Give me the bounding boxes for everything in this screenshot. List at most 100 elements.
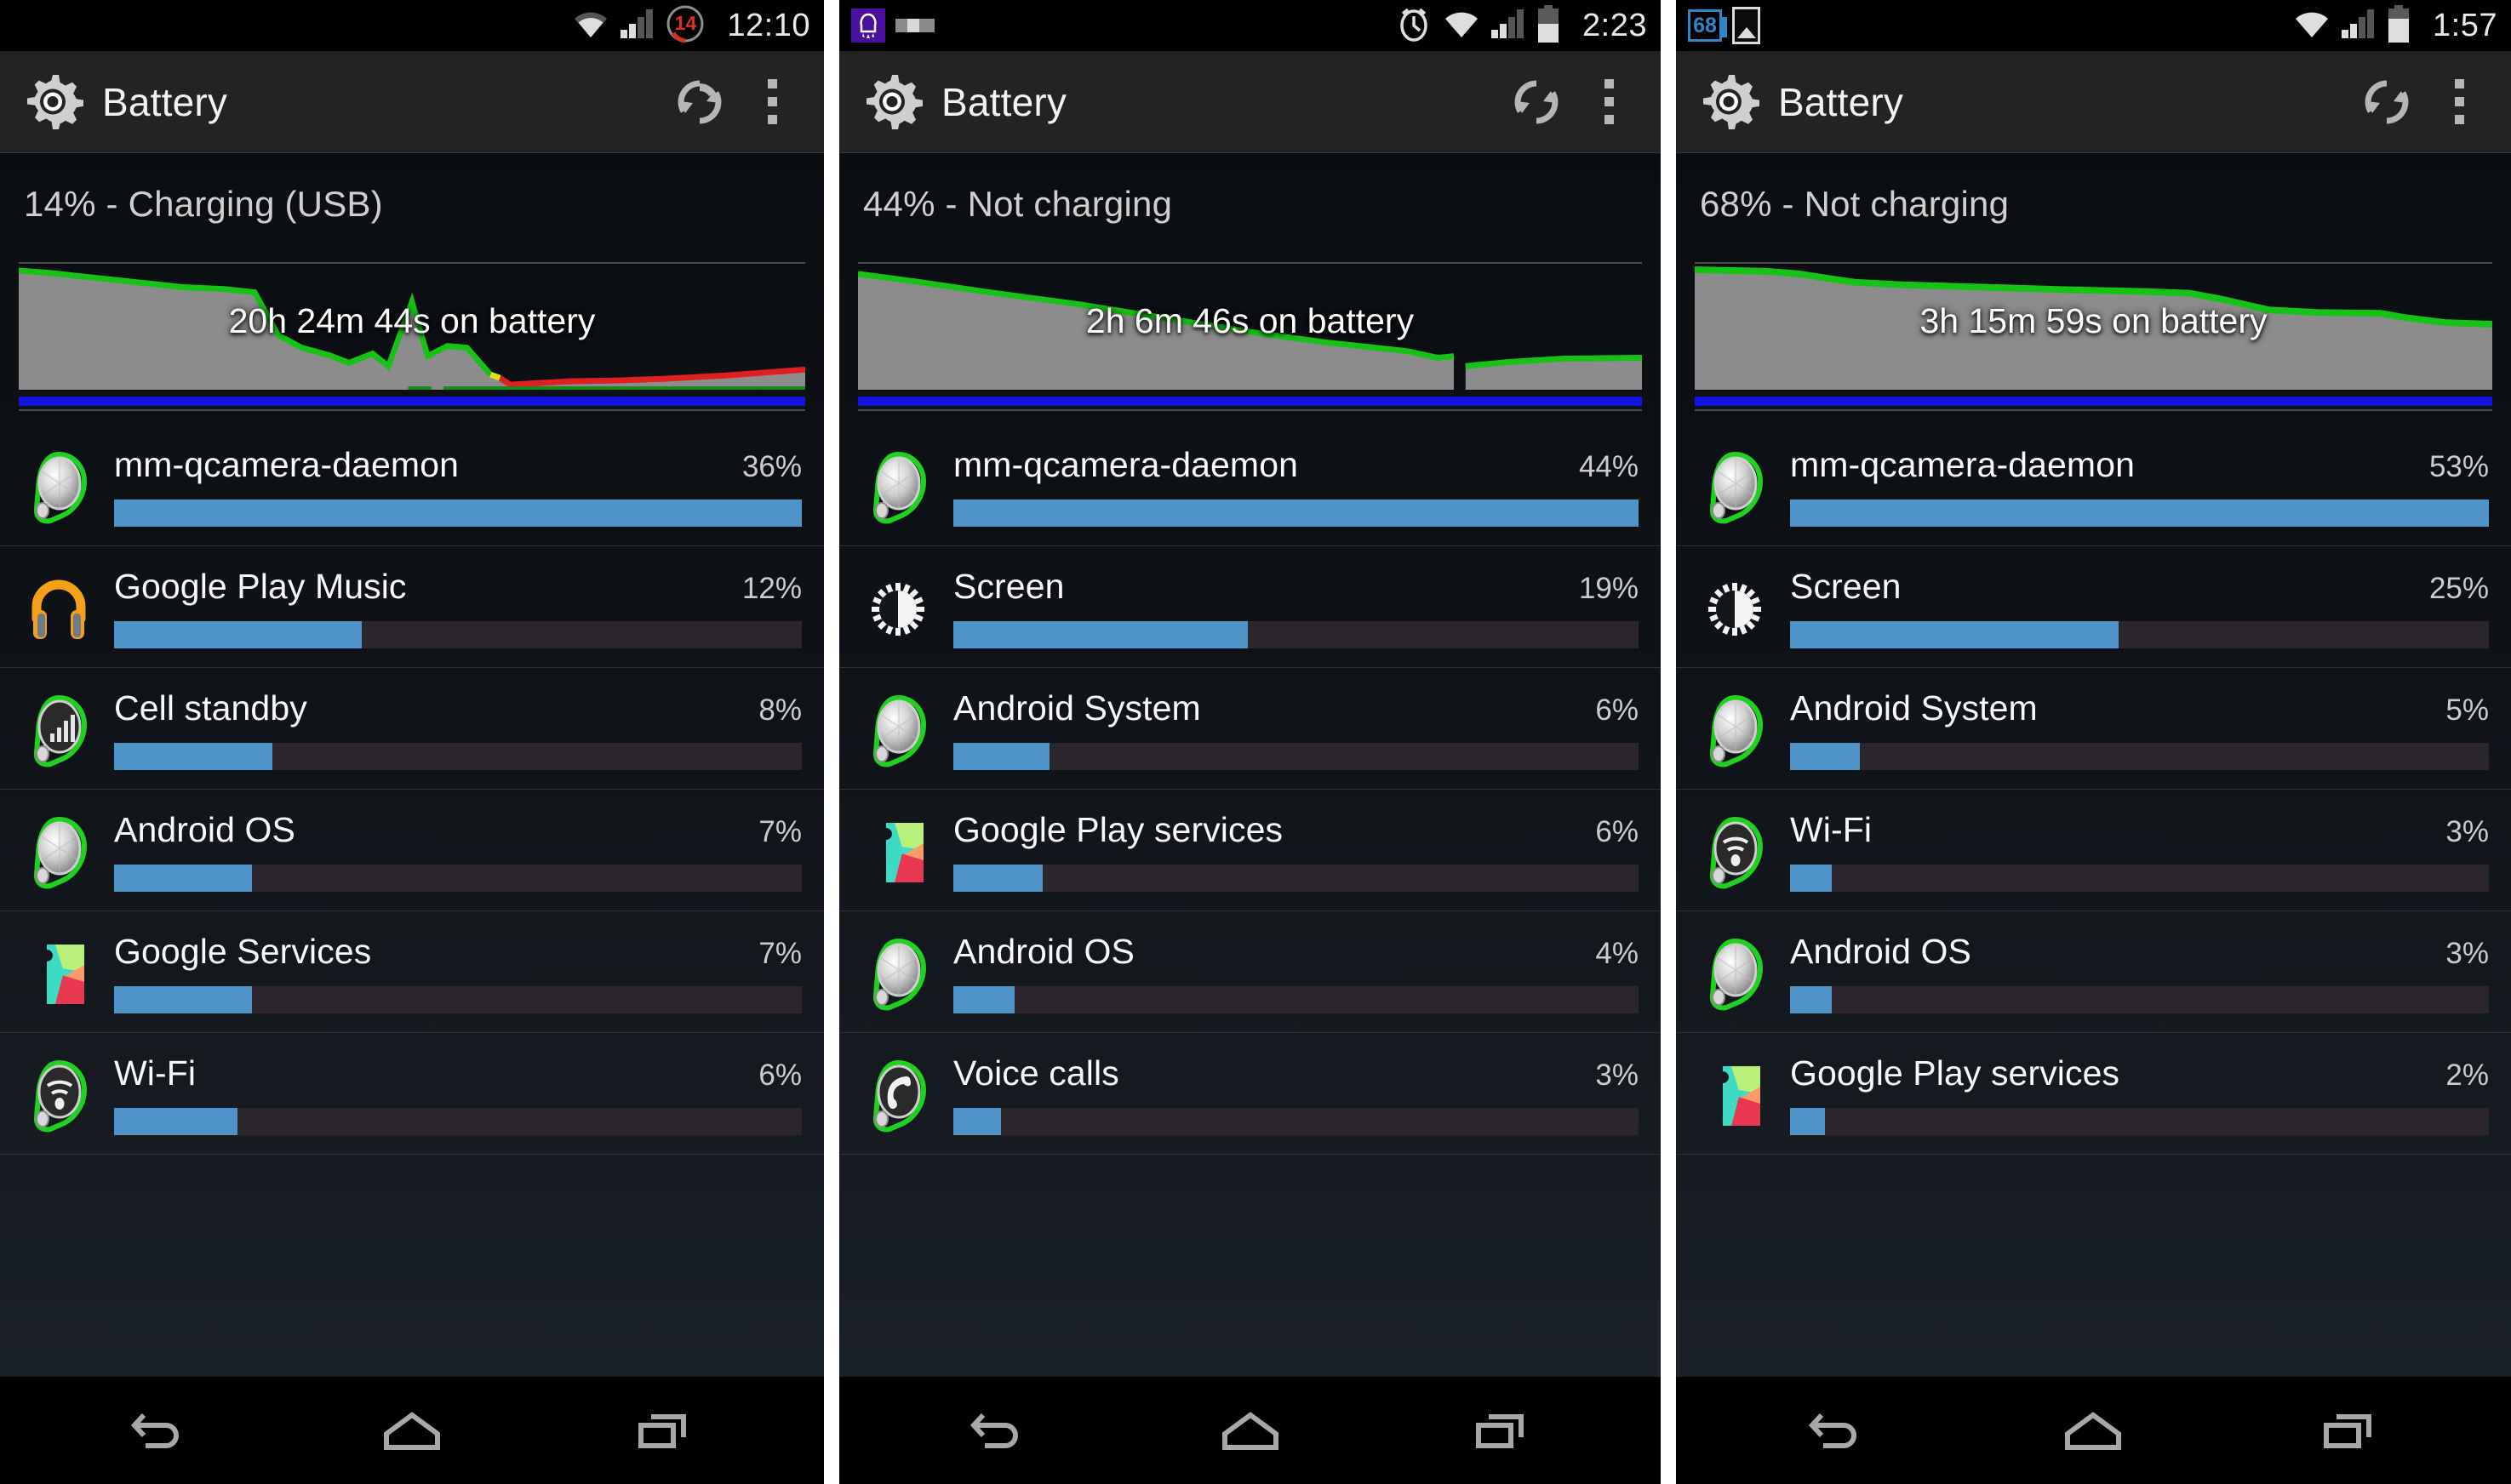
phone-screenshot-2: 2:23 Battery 44% - Not charging 2h 6m 46… [839, 0, 1661, 1484]
overflow-menu-icon[interactable] [2428, 61, 2491, 143]
refresh-icon[interactable] [2346, 61, 2428, 143]
battery-usage-row-header: Android OS 4% [953, 932, 1639, 972]
cell-standby-icon [22, 692, 95, 770]
battery-usage-row[interactable]: Google Play Music 12% [0, 546, 824, 668]
battery-usage-row-body: mm-qcamera-daemon 44% [953, 445, 1639, 527]
battery-usage-list-3: mm-qcamera-daemon 53% Screen 25% Android Sys… [1676, 425, 2511, 1155]
battery-usage-row[interactable]: Screen 19% [839, 546, 1661, 668]
wifi-icon [1443, 9, 1480, 43]
action-bar-3: Battery [1676, 51, 2511, 153]
battery-usage-row[interactable]: Google Play services 6% [839, 790, 1661, 911]
battery-usage-progress-track [953, 499, 1639, 527]
battery-usage-row[interactable]: mm-qcamera-daemon 44% [839, 425, 1661, 546]
battery-usage-percent: 6% [1595, 693, 1639, 727]
battery-usage-row[interactable]: Android System 6% [839, 668, 1661, 790]
battery-level-chart [858, 264, 1642, 390]
battery-usage-row[interactable]: mm-qcamera-daemon 36% [0, 425, 824, 546]
battery-usage-progress-track [1790, 986, 2489, 1013]
battery-usage-row[interactable]: Android OS 3% [1676, 911, 2511, 1033]
android-os-icon [1698, 448, 1771, 527]
back-arrow-icon[interactable] [935, 1388, 1063, 1473]
battery-usage-progress-fill [114, 865, 252, 892]
battery-usage-progress-fill [1790, 986, 1833, 1013]
battery-usage-progress-track [1790, 865, 2489, 892]
battery-usage-row-header: mm-qcamera-daemon 36% [114, 445, 802, 485]
panel-divider-1 [824, 0, 839, 1484]
screenshot-image-icon[interactable] [1732, 7, 1760, 44]
battery-usage-row[interactable]: Android System 5% [1676, 668, 2511, 790]
battery-usage-percent: 3% [2445, 815, 2489, 848]
google-play-services-icon [22, 935, 95, 1013]
screenshot-stage: 14 12:10 Battery 14% - Charging (USB) 20… [0, 0, 2511, 1484]
battery-usage-row[interactable]: Cell standby 8% [0, 668, 824, 790]
battery-usage-row[interactable]: mm-qcamera-daemon 53% [1676, 425, 2511, 546]
android-os-icon [22, 813, 95, 892]
battery-usage-row[interactable]: Google Services 7% [0, 911, 824, 1033]
battery-usage-progress-track [114, 865, 802, 892]
battery-history-graph-2[interactable]: 2h 6m 46s on battery [858, 262, 1642, 411]
battery-usage-row-header: Android System 6% [953, 688, 1639, 728]
battery-usage-row-header: Google Services 7% [114, 932, 802, 972]
battery-usage-progress-track [114, 986, 802, 1013]
battery-usage-row-body: mm-qcamera-daemon 53% [1790, 445, 2489, 527]
battery-content-3: 68% - Not charging 3h 15m 59s on battery… [1676, 153, 2511, 1377]
home-icon[interactable] [2029, 1388, 2157, 1473]
android-os-icon [22, 448, 95, 527]
back-arrow-icon[interactable] [1774, 1388, 1902, 1473]
action-bar-1: Battery [0, 51, 824, 153]
back-arrow-icon[interactable] [96, 1388, 224, 1473]
battery-content-1: 14% - Charging (USB) 20h 24m 44s on batt… [0, 153, 824, 1377]
battery-usage-app-name: Google Services [114, 932, 372, 971]
battery-usage-row-header: Wi-Fi 6% [114, 1053, 802, 1093]
battery-usage-row[interactable]: Screen 25% [1676, 546, 2511, 668]
battery-usage-row-body: Screen 25% [1790, 567, 2489, 648]
recents-icon[interactable] [2285, 1388, 2413, 1473]
progress-pill-icon [895, 19, 935, 32]
settings-gear-icon [1698, 71, 1759, 133]
navigation-bar-3 [1676, 1377, 2511, 1484]
wifi-usage-icon [22, 1057, 95, 1135]
home-icon[interactable] [348, 1388, 476, 1473]
battery-usage-row-body: Android System 6% [953, 688, 1639, 770]
battery-usage-row[interactable]: Google Play services 2% [1676, 1033, 2511, 1155]
battery-usage-row[interactable]: Wi-Fi 3% [1676, 790, 2511, 911]
wifi-icon [572, 9, 609, 43]
battery-usage-row-header: Google Play Music 12% [114, 567, 802, 607]
battery-usage-progress-fill [114, 1108, 238, 1135]
overflow-menu-icon[interactable] [741, 61, 804, 143]
battery-usage-row-body: Voice calls 3% [953, 1053, 1639, 1135]
battery-usage-row[interactable]: Voice calls 3% [839, 1033, 1661, 1155]
battery-history-graph-3[interactable]: 3h 15m 59s on battery [1695, 262, 2492, 411]
battery-usage-percent: 4% [1595, 937, 1639, 970]
battery-usage-row-body: Wi-Fi 3% [1790, 810, 2489, 892]
panel-divider-2 [1661, 0, 1676, 1484]
alarm-clock-icon [1396, 5, 1432, 47]
battery-percent-badge-icon[interactable]: 68 [1688, 9, 1727, 42]
recents-icon[interactable] [600, 1388, 728, 1473]
battery-usage-row[interactable]: Android OS 4% [839, 911, 1661, 1033]
graph-bottom-rule [19, 409, 805, 411]
refresh-icon[interactable] [659, 61, 741, 143]
battery-usage-app-name: Google Play services [953, 810, 1284, 849]
android-os-icon [861, 935, 935, 1013]
graph-blue-indicator [1695, 397, 2492, 406]
status-icons-1: 14 12:10 [572, 4, 810, 48]
battery-usage-percent: 7% [758, 937, 802, 970]
battery-usage-progress-track [1790, 743, 2489, 770]
rocket-notification-icon[interactable] [851, 9, 885, 43]
battery-usage-row[interactable]: Wi-Fi 6% [0, 1033, 824, 1155]
battery-history-graph-1[interactable]: 20h 24m 44s on battery [19, 262, 805, 411]
battery-usage-progress-fill [953, 986, 1015, 1013]
battery-usage-percent: 53% [2428, 450, 2489, 483]
voice-calls-icon [861, 1057, 935, 1135]
battery-usage-percent: 19% [1578, 572, 1639, 605]
overflow-menu-icon[interactable] [1577, 61, 1640, 143]
battery-usage-app-name: mm-qcamera-daemon [953, 445, 1298, 484]
home-icon[interactable] [1187, 1388, 1314, 1473]
refresh-icon[interactable] [1496, 61, 1577, 143]
phone-screenshot-3: 68 1:57 Battery 68% - Not charging 3h 15… [1676, 0, 2511, 1484]
battery-usage-row-body: Screen 19% [953, 567, 1639, 648]
battery-usage-percent: 3% [1595, 1059, 1639, 1092]
recents-icon[interactable] [1438, 1388, 1565, 1473]
battery-usage-row[interactable]: Android OS 7% [0, 790, 824, 911]
